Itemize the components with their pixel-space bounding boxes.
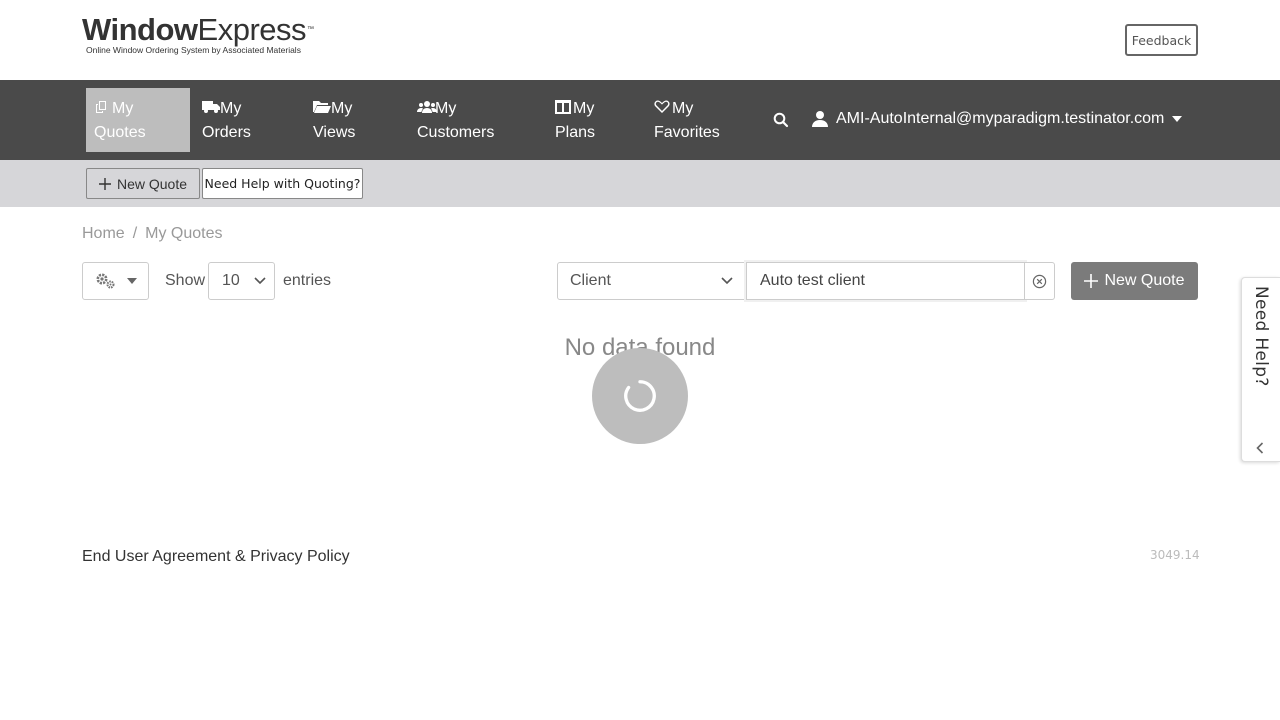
gears-icon — [96, 273, 114, 289]
heart-icon — [654, 98, 670, 113]
nav-my-plans[interactable]: My Plans — [547, 88, 637, 152]
breadcrumb-current: My Quotes — [145, 225, 223, 242]
chevron-down-icon — [254, 277, 266, 285]
spinner-icon — [624, 380, 656, 412]
truck-icon — [202, 98, 220, 113]
caret-down-icon — [126, 278, 137, 284]
breadcrumb-separator: / — [132, 225, 138, 242]
users-icon — [417, 98, 437, 113]
nav-my-customers[interactable]: My Customers — [409, 88, 529, 152]
chevron-down-icon — [721, 277, 733, 285]
copy-icon — [94, 98, 110, 113]
plus-icon — [98, 177, 111, 190]
breadcrumb-home[interactable]: Home — [82, 225, 125, 243]
feedback-button[interactable]: Feedback — [1125, 24, 1198, 56]
new-quote-label: New Quote — [1104, 272, 1185, 289]
folder-open-icon — [313, 98, 331, 113]
nav-my-quotes[interactable]: My Quotes — [86, 88, 190, 152]
caret-down-icon — [1172, 116, 1183, 122]
action-subbar: New Quote Need Help with Quoting? — [0, 160, 1280, 207]
eula-privacy-link[interactable]: End User Agreement & Privacy Policy — [82, 548, 350, 566]
plus-icon — [1084, 274, 1099, 288]
nav-search-icon[interactable] — [772, 111, 790, 129]
entries-value: 10 — [222, 272, 240, 289]
search-input[interactable] — [746, 262, 1025, 300]
user-email: AMI-AutoInternal@myparadigm.testinator.c… — [836, 110, 1165, 127]
need-help-quoting-button[interactable]: Need Help with Quoting? — [202, 168, 363, 199]
chevron-left-icon — [1256, 442, 1264, 454]
show-label: Show — [165, 272, 206, 289]
entries-per-page-select[interactable]: 10 — [208, 262, 275, 300]
user-icon — [812, 111, 828, 127]
user-menu[interactable]: AMI-AutoInternal@myparadigm.testinator.c… — [812, 107, 1183, 131]
logo-tagline: Online Window Ordering System by Associa… — [86, 45, 301, 55]
top-header: WindowExpress™ Online Window Ordering Sy… — [0, 0, 1280, 80]
nav-my-orders[interactable]: My Orders — [194, 88, 294, 152]
logo-wordmark: WindowExpress™ — [82, 12, 314, 47]
version-label: 3049.14 — [1150, 548, 1200, 562]
entries-label: entries — [283, 272, 332, 289]
subbar-new-quote-label: New Quote — [116, 175, 188, 192]
windowexpress-logo[interactable]: WindowExpress™ Online Window Ordering Sy… — [82, 12, 314, 58]
filter-field-select[interactable]: Client — [557, 262, 746, 300]
nav-my-favorites[interactable]: My Favorites — [646, 88, 746, 152]
columns-icon — [555, 98, 571, 114]
breadcrumb: Home / My Quotes — [82, 225, 223, 243]
close-circle-icon — [1032, 274, 1047, 288]
filter-field-value: Client — [570, 272, 611, 289]
need-help-tab-label: Need Help? — [1251, 286, 1271, 387]
clear-search-button[interactable] — [1024, 262, 1055, 300]
nav-my-views[interactable]: My Views — [305, 88, 405, 152]
new-quote-button[interactable]: New Quote — [1071, 262, 1198, 300]
subbar-new-quote-button[interactable]: New Quote — [86, 168, 200, 199]
need-help-side-tab[interactable]: Need Help? — [1241, 277, 1280, 462]
loading-spinner — [592, 348, 688, 444]
column-settings-button[interactable] — [82, 262, 149, 300]
